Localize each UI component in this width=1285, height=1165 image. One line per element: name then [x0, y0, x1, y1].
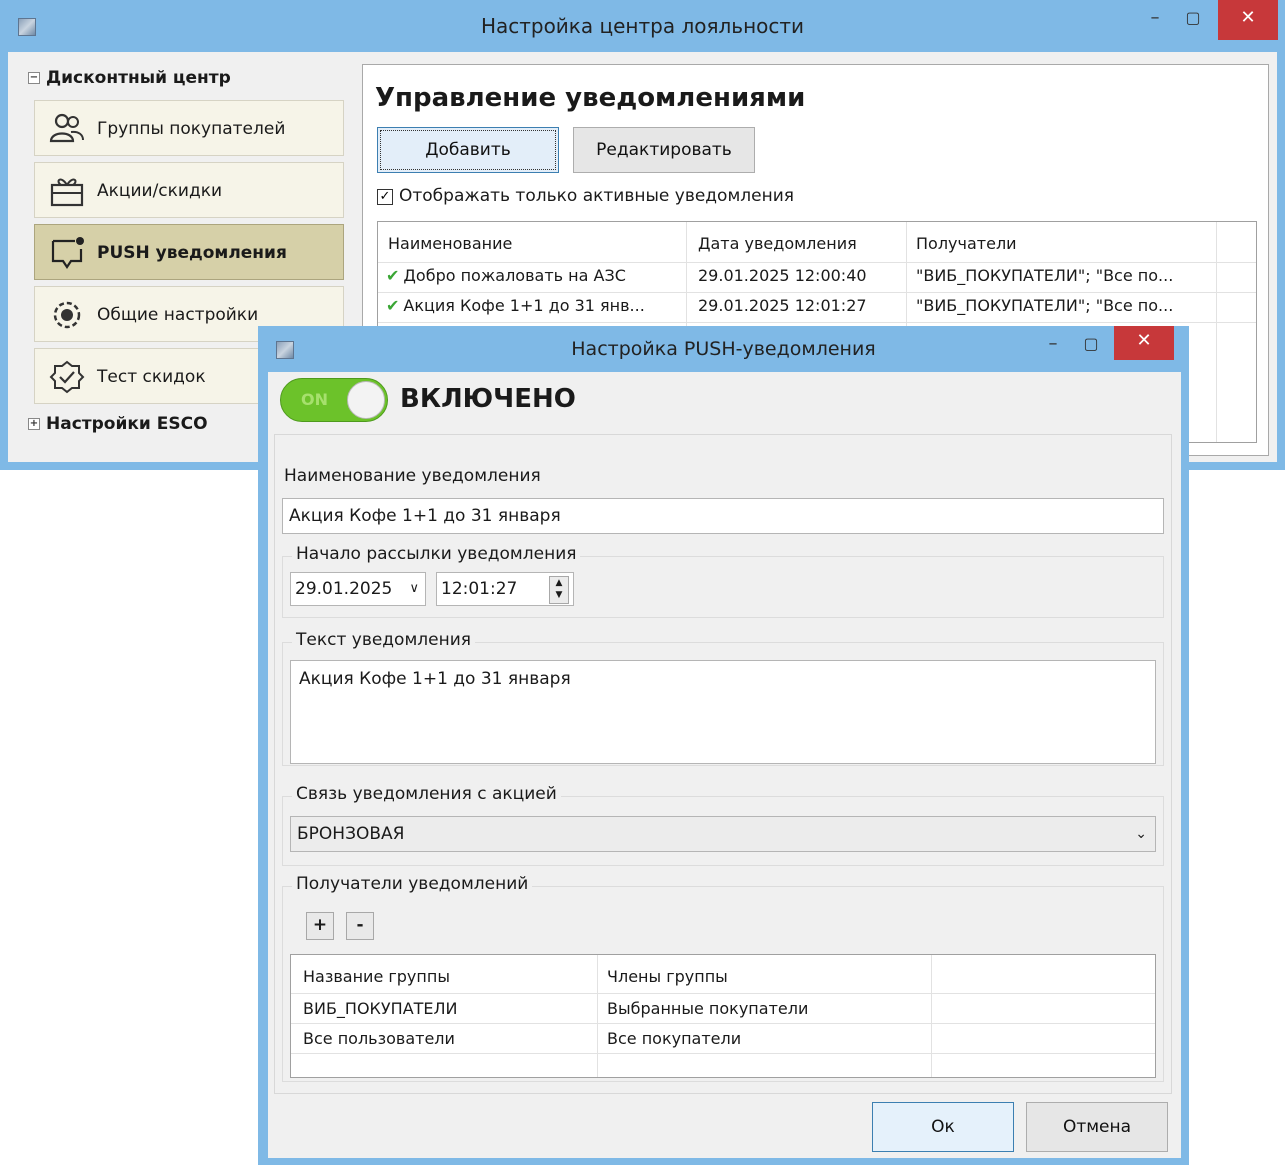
text-area[interactable]: Акция Кофе 1+1 до 31 января [290, 660, 1156, 764]
only-active-checkbox[interactable]: ✓ [377, 189, 393, 205]
start-group-label: Начало рассылки уведомления [292, 544, 581, 564]
users-icon [49, 113, 84, 143]
only-active-label: Отображать только активные уведомления [399, 186, 794, 206]
push-settings-dialog: Настройка PUSH-уведомления – ▢ ✕ ON ВКЛЮ… [258, 326, 1189, 1165]
section-esco-label: Настройки ESCO [46, 414, 208, 434]
edit-button[interactable]: Редактировать [573, 127, 755, 173]
dialog-app-icon [276, 341, 294, 359]
row-name: Добро пожаловать на АЗС [403, 266, 626, 285]
sidebar-item-label: Общие настройки [97, 305, 259, 325]
column-header-name[interactable]: Наименование [388, 234, 512, 253]
add-recipient-button[interactable]: + [306, 912, 334, 940]
main-titlebar[interactable]: Настройка центра лояльности – ▢ ✕ [0, 0, 1285, 52]
promo-select[interactable]: БРОНЗОВАЯ ⌄ [290, 816, 1156, 852]
add-button[interactable]: Добавить [377, 127, 559, 173]
row-date: 29.01.2025 12:00:40 [698, 266, 867, 285]
column-header-recipients[interactable]: Получатели [916, 234, 1017, 253]
row-group-name: ВИБ_ПОКУПАТЕЛИ [303, 999, 458, 1018]
row-members: Все покупатели [607, 1029, 742, 1048]
minimize-icon[interactable]: – [1140, 0, 1170, 40]
column-header-group-name[interactable]: Название группы [303, 967, 450, 986]
row-recipients: "ВИБ_ПОКУПАТЕЛИ"; "Все по... [916, 266, 1174, 285]
close-icon[interactable]: ✕ [1218, 0, 1278, 40]
maximize-icon[interactable]: ▢ [1178, 0, 1208, 40]
toggle-knob [347, 381, 385, 419]
gear-icon [53, 301, 81, 329]
page-title: Управление уведомлениями [375, 83, 806, 113]
sidebar-item-label: Группы покупателей [97, 119, 286, 139]
time-field[interactable]: 12:01:27 ▲ ▼ [436, 572, 574, 606]
sidebar-item-push[interactable]: PUSH уведомления [34, 224, 344, 280]
promo-value: БРОНЗОВАЯ [297, 824, 405, 844]
row-members: Выбранные покупатели [607, 999, 809, 1018]
chevron-down-icon[interactable]: ∨ [409, 573, 419, 605]
enabled-toggle[interactable]: ON [280, 378, 388, 422]
recipients-table[interactable]: Название группы Члены группы ВИБ_ПОКУПАТ… [290, 954, 1156, 1078]
time-spinner-icon[interactable]: ▲ ▼ [549, 576, 569, 604]
sidebar-item-label: Тест скидок [97, 367, 206, 387]
dialog-title: Настройка PUSH-уведомления [571, 338, 876, 360]
dialog-client: ON ВКЛЮЧЕНО Наименование уведомления Акц… [268, 372, 1181, 1158]
promo-group-label: Связь уведомления с акцией [292, 784, 561, 804]
sidebar-item-label: Акции/скидки [97, 181, 223, 201]
sidebar-item-label: PUSH уведомления [97, 243, 287, 263]
minimize-icon[interactable]: – [1038, 326, 1068, 366]
section-discount-label: Дисконтный центр [46, 68, 231, 88]
main-window-title: Настройка центра лояльности [480, 14, 805, 38]
name-label: Наименование уведомления [284, 466, 541, 486]
status-text: ВКЛЮЧЕНО [400, 384, 576, 414]
row-name: Акция Кофе 1+1 до 31 янв... [403, 296, 645, 315]
row-group-name: Все пользователи [303, 1029, 455, 1048]
time-value: 12:01:27 [441, 579, 518, 599]
notification-icon [51, 237, 84, 269]
active-check-icon: ✔ [386, 266, 400, 285]
close-icon[interactable]: ✕ [1114, 326, 1174, 360]
gift-icon [50, 178, 84, 207]
active-check-icon: ✔ [386, 296, 400, 315]
ok-button[interactable]: Ок [872, 1102, 1014, 1152]
check-badge-icon [49, 360, 85, 394]
row-recipients: "ВИБ_ПОКУПАТЕЛИ"; "Все по... [916, 296, 1174, 315]
toggle-on-text: ON [301, 390, 328, 409]
name-field[interactable]: Акция Кофе 1+1 до 31 января [282, 498, 1164, 534]
row-date: 29.01.2025 12:01:27 [698, 296, 867, 315]
expand-icon[interactable]: + [28, 418, 40, 430]
tree-section-discount[interactable]: − Дисконтный центр [28, 68, 231, 88]
date-picker[interactable]: 29.01.2025 ∨ [290, 572, 426, 606]
column-header-members[interactable]: Члены группы [607, 967, 728, 986]
maximize-icon[interactable]: ▢ [1076, 326, 1106, 366]
sidebar-item-promotions[interactable]: Акции/скидки [34, 162, 344, 218]
cancel-button[interactable]: Отмена [1026, 1102, 1168, 1152]
tree-section-esco[interactable]: + Настройки ESCO [28, 414, 208, 434]
text-group-label: Текст уведомления [292, 630, 475, 650]
recipients-group-label: Получатели уведомлений [292, 874, 533, 894]
column-header-date[interactable]: Дата уведомления [698, 234, 857, 253]
date-value: 29.01.2025 [295, 579, 393, 599]
remove-recipient-button[interactable]: - [346, 912, 374, 940]
sidebar-item-customer-groups[interactable]: Группы покупателей [34, 100, 344, 156]
chevron-down-icon[interactable]: ⌄ [1135, 817, 1147, 851]
app-icon [18, 18, 36, 36]
collapse-icon[interactable]: − [28, 72, 40, 84]
dialog-titlebar[interactable]: Настройка PUSH-уведомления – ▢ ✕ [258, 326, 1189, 372]
